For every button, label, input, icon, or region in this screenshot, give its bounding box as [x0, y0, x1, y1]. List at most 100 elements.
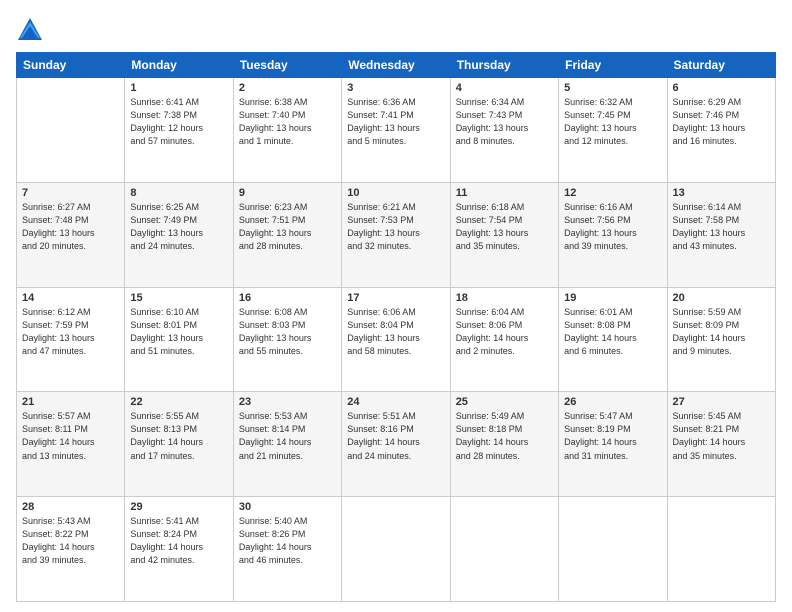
day-info: Sunrise: 5:47 AM Sunset: 8:19 PM Dayligh… — [564, 410, 661, 462]
calendar-cell: 8 Sunrise: 6:25 AM Sunset: 7:49 PM Daylig… — [125, 182, 233, 287]
day-info: Sunrise: 5:57 AM Sunset: 8:11 PM Dayligh… — [22, 410, 119, 462]
day-info: Sunrise: 6:06 AM Sunset: 8:04 PM Dayligh… — [347, 306, 444, 358]
day-number: 27 — [673, 396, 770, 408]
calendar-cell: 17 Sunrise: 6:06 AM Sunset: 8:04 PM Dayli… — [342, 287, 450, 392]
week-row-0: 1 Sunrise: 6:41 AM Sunset: 7:38 PM Daylig… — [17, 78, 776, 183]
day-info: Sunrise: 6:21 AM Sunset: 7:53 PM Dayligh… — [347, 201, 444, 253]
day-number: 2 — [239, 82, 336, 94]
calendar-cell: 22 Sunrise: 5:55 AM Sunset: 8:13 PM Dayli… — [125, 392, 233, 497]
day-number: 30 — [239, 501, 336, 513]
day-number: 7 — [22, 187, 119, 199]
logo-icon — [16, 16, 44, 44]
day-info: Sunrise: 6:23 AM Sunset: 7:51 PM Dayligh… — [239, 201, 336, 253]
calendar-cell — [559, 497, 667, 602]
day-info: Sunrise: 5:43 AM Sunset: 8:22 PM Dayligh… — [22, 515, 119, 567]
day-info: Sunrise: 5:59 AM Sunset: 8:09 PM Dayligh… — [673, 306, 770, 358]
calendar-cell: 19 Sunrise: 6:01 AM Sunset: 8:08 PM Dayli… — [559, 287, 667, 392]
calendar-cell: 24 Sunrise: 5:51 AM Sunset: 8:16 PM Dayli… — [342, 392, 450, 497]
day-number: 19 — [564, 292, 661, 304]
calendar-cell: 13 Sunrise: 6:14 AM Sunset: 7:58 PM Dayli… — [667, 182, 775, 287]
day-info: Sunrise: 5:49 AM Sunset: 8:18 PM Dayligh… — [456, 410, 553, 462]
calendar-cell: 30 Sunrise: 5:40 AM Sunset: 8:26 PM Dayli… — [233, 497, 341, 602]
calendar-cell: 14Sunrise: 6:12 AM Sunset: 7:59 PM Dayli… — [17, 287, 125, 392]
day-number: 14 — [22, 292, 119, 304]
logo — [16, 16, 46, 44]
calendar-cell: 21Sunrise: 5:57 AM Sunset: 8:11 PM Dayli… — [17, 392, 125, 497]
day-info: Sunrise: 6:04 AM Sunset: 8:06 PM Dayligh… — [456, 306, 553, 358]
day-number: 1 — [130, 82, 227, 94]
day-info: Sunrise: 5:53 AM Sunset: 8:14 PM Dayligh… — [239, 410, 336, 462]
calendar-cell: 5 Sunrise: 6:32 AM Sunset: 7:45 PM Daylig… — [559, 78, 667, 183]
calendar-cell: 15Sunrise: 6:10 AM Sunset: 8:01 PM Dayli… — [125, 287, 233, 392]
header-day-wednesday: Wednesday — [342, 53, 450, 78]
calendar-cell: 27Sunrise: 5:45 AM Sunset: 8:21 PM Dayli… — [667, 392, 775, 497]
day-number: 20 — [673, 292, 770, 304]
calendar-table: SundayMondayTuesdayWednesdayThursdayFrid… — [16, 52, 776, 602]
day-number: 28 — [22, 501, 119, 513]
calendar-cell: 10Sunrise: 6:21 AM Sunset: 7:53 PM Dayli… — [342, 182, 450, 287]
day-number: 24 — [347, 396, 444, 408]
day-info: Sunrise: 5:41 AM Sunset: 8:24 PM Dayligh… — [130, 515, 227, 567]
day-info: Sunrise: 6:16 AM Sunset: 7:56 PM Dayligh… — [564, 201, 661, 253]
day-number: 17 — [347, 292, 444, 304]
day-number: 12 — [564, 187, 661, 199]
day-info: Sunrise: 6:29 AM Sunset: 7:46 PM Dayligh… — [673, 96, 770, 148]
table-header: SundayMondayTuesdayWednesdayThursdayFrid… — [17, 53, 776, 78]
header-row: SundayMondayTuesdayWednesdayThursdayFrid… — [17, 53, 776, 78]
day-number: 13 — [673, 187, 770, 199]
calendar-cell — [17, 78, 125, 183]
day-info: Sunrise: 5:40 AM Sunset: 8:26 PM Dayligh… — [239, 515, 336, 567]
day-info: Sunrise: 6:27 AM Sunset: 7:48 PM Dayligh… — [22, 201, 119, 253]
calendar-cell — [667, 497, 775, 602]
day-number: 18 — [456, 292, 553, 304]
day-number: 3 — [347, 82, 444, 94]
header-day-monday: Monday — [125, 53, 233, 78]
header-day-thursday: Thursday — [450, 53, 558, 78]
calendar-cell: 25 Sunrise: 5:49 AM Sunset: 8:18 PM Dayli… — [450, 392, 558, 497]
day-number: 4 — [456, 82, 553, 94]
day-number: 11 — [456, 187, 553, 199]
week-row-3: 21Sunrise: 5:57 AM Sunset: 8:11 PM Dayli… — [17, 392, 776, 497]
week-row-1: 7 Sunrise: 6:27 AM Sunset: 7:48 PM Daylig… — [17, 182, 776, 287]
header-day-sunday: Sunday — [17, 53, 125, 78]
calendar-cell: 16 Sunrise: 6:08 AM Sunset: 8:03 PM Dayli… — [233, 287, 341, 392]
day-info: Sunrise: 6:18 AM Sunset: 7:54 PM Dayligh… — [456, 201, 553, 253]
day-number: 25 — [456, 396, 553, 408]
day-info: Sunrise: 6:41 AM Sunset: 7:38 PM Dayligh… — [130, 96, 227, 148]
day-info: Sunrise: 6:08 AM Sunset: 8:03 PM Dayligh… — [239, 306, 336, 358]
calendar-cell — [342, 497, 450, 602]
day-info: Sunrise: 5:51 AM Sunset: 8:16 PM Dayligh… — [347, 410, 444, 462]
day-number: 8 — [130, 187, 227, 199]
calendar-cell: 3 Sunrise: 6:36 AM Sunset: 7:41 PM Daylig… — [342, 78, 450, 183]
day-number: 23 — [239, 396, 336, 408]
day-number: 16 — [239, 292, 336, 304]
calendar-cell: 28 Sunrise: 5:43 AM Sunset: 8:22 PM Dayli… — [17, 497, 125, 602]
day-info: Sunrise: 6:25 AM Sunset: 7:49 PM Dayligh… — [130, 201, 227, 253]
page: SundayMondayTuesdayWednesdayThursdayFrid… — [0, 0, 792, 612]
day-info: Sunrise: 6:32 AM Sunset: 7:45 PM Dayligh… — [564, 96, 661, 148]
calendar-cell: 4 Sunrise: 6:34 AM Sunset: 7:43 PM Daylig… — [450, 78, 558, 183]
calendar-cell: 26 Sunrise: 5:47 AM Sunset: 8:19 PM Dayli… — [559, 392, 667, 497]
day-number: 29 — [130, 501, 227, 513]
day-info: Sunrise: 6:38 AM Sunset: 7:40 PM Dayligh… — [239, 96, 336, 148]
week-row-2: 14Sunrise: 6:12 AM Sunset: 7:59 PM Dayli… — [17, 287, 776, 392]
day-info: Sunrise: 6:36 AM Sunset: 7:41 PM Dayligh… — [347, 96, 444, 148]
week-row-4: 28 Sunrise: 5:43 AM Sunset: 8:22 PM Dayli… — [17, 497, 776, 602]
calendar-cell: 18 Sunrise: 6:04 AM Sunset: 8:06 PM Dayli… — [450, 287, 558, 392]
calendar-cell: 1 Sunrise: 6:41 AM Sunset: 7:38 PM Daylig… — [125, 78, 233, 183]
day-number: 26 — [564, 396, 661, 408]
header — [16, 16, 776, 44]
day-info: Sunrise: 5:55 AM Sunset: 8:13 PM Dayligh… — [130, 410, 227, 462]
calendar-cell: 7 Sunrise: 6:27 AM Sunset: 7:48 PM Daylig… — [17, 182, 125, 287]
calendar-cell: 9 Sunrise: 6:23 AM Sunset: 7:51 PM Daylig… — [233, 182, 341, 287]
day-number: 9 — [239, 187, 336, 199]
day-info: Sunrise: 6:01 AM Sunset: 8:08 PM Dayligh… — [564, 306, 661, 358]
calendar-cell: 29 Sunrise: 5:41 AM Sunset: 8:24 PM Dayli… — [125, 497, 233, 602]
day-number: 22 — [130, 396, 227, 408]
header-day-friday: Friday — [559, 53, 667, 78]
calendar-body: 1 Sunrise: 6:41 AM Sunset: 7:38 PM Daylig… — [17, 78, 776, 602]
day-number: 5 — [564, 82, 661, 94]
day-number: 6 — [673, 82, 770, 94]
day-info: Sunrise: 6:14 AM Sunset: 7:58 PM Dayligh… — [673, 201, 770, 253]
day-info: Sunrise: 6:34 AM Sunset: 7:43 PM Dayligh… — [456, 96, 553, 148]
